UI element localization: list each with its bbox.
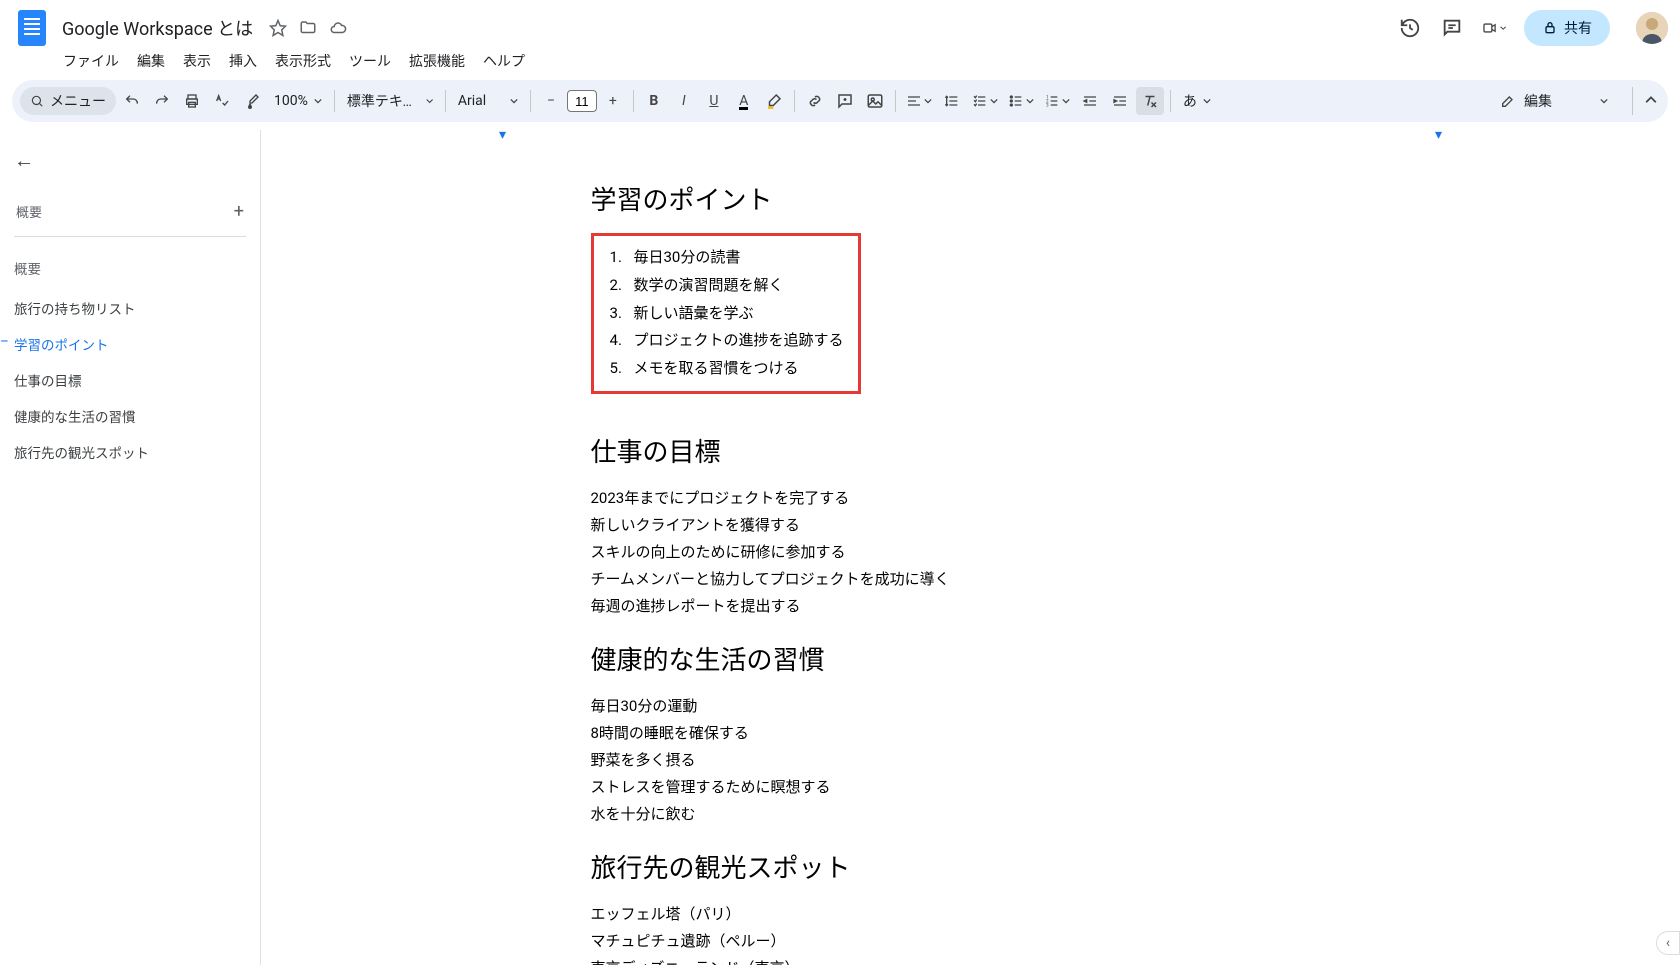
bulleted-list-button[interactable] bbox=[1004, 87, 1038, 115]
mode-label: 編集 bbox=[1524, 91, 1552, 111]
list-item[interactable]: 数学の演習問題を解く bbox=[604, 272, 844, 300]
svg-text:3: 3 bbox=[1046, 102, 1049, 108]
list-item[interactable]: マチュピチュ遺跡（ペルー） bbox=[591, 928, 1351, 955]
document-area[interactable]: ▾ ▾ 学習のポイント毎日30分の読書数学の演習問題を解く新しい語彙を学ぶプロジ… bbox=[260, 130, 1680, 965]
list-item[interactable]: 8時間の睡眠を確保する bbox=[591, 720, 1351, 747]
bold-button[interactable]: B bbox=[640, 87, 668, 115]
heading-2[interactable]: 健康的な生活の習慣 bbox=[591, 640, 1351, 677]
increase-fontsize-button[interactable]: + bbox=[599, 87, 627, 115]
clear-formatting-button[interactable] bbox=[1136, 87, 1164, 115]
menu-3[interactable]: 挿入 bbox=[222, 47, 264, 75]
list-item[interactable]: 野菜を多く摂る bbox=[591, 747, 1351, 774]
outline-heading: 概要 bbox=[16, 202, 42, 221]
menus-button[interactable]: メニュー bbox=[20, 87, 116, 115]
redo-button[interactable] bbox=[148, 87, 176, 115]
menu-1[interactable]: 編集 bbox=[130, 47, 172, 75]
increase-indent-button[interactable] bbox=[1106, 87, 1134, 115]
italic-button[interactable]: I bbox=[670, 87, 698, 115]
menu-6[interactable]: 拡張機能 bbox=[402, 47, 472, 75]
spellcheck-button[interactable] bbox=[208, 87, 236, 115]
menu-2[interactable]: 表示 bbox=[176, 47, 218, 75]
paint-format-button[interactable] bbox=[238, 87, 266, 115]
list-item[interactable]: 水を十分に飲む bbox=[591, 801, 1351, 828]
outline-item-1[interactable]: 学習のポイント bbox=[14, 331, 246, 357]
list-item[interactable]: 毎週の進捗レポートを提出する bbox=[591, 593, 1351, 620]
highlight-box: 毎日30分の読書数学の演習問題を解く新しい語彙を学ぶプロジェクトの進捗を追跡する… bbox=[591, 233, 861, 394]
outline-item-3[interactable]: 健康的な生活の習慣 bbox=[14, 403, 246, 429]
list-item[interactable]: スキルの向上のために研修に参加する bbox=[591, 539, 1351, 566]
list-item[interactable]: 東京ディズニーランド（東京） bbox=[591, 955, 1351, 965]
decrease-indent-button[interactable] bbox=[1076, 87, 1104, 115]
share-label: 共有 bbox=[1564, 18, 1592, 38]
list-item[interactable]: プロジェクトの進捗を追跡する bbox=[604, 327, 844, 355]
font-select[interactable]: Arial bbox=[452, 93, 524, 109]
collapse-toolbar-button[interactable] bbox=[1632, 87, 1660, 115]
share-button[interactable]: 共有 bbox=[1524, 10, 1610, 46]
list-item[interactable]: メモを取る習慣をつける bbox=[604, 355, 844, 383]
history-icon[interactable] bbox=[1398, 16, 1422, 40]
highlight-color-button[interactable] bbox=[760, 87, 788, 115]
heading-0[interactable]: 学習のポイント bbox=[591, 180, 1351, 217]
cloud-status-icon[interactable] bbox=[329, 19, 347, 37]
outline-item-4[interactable]: 旅行先の観光スポット bbox=[14, 439, 246, 465]
mode-select[interactable]: 編集 bbox=[1490, 87, 1618, 115]
docs-logo[interactable] bbox=[12, 8, 52, 48]
align-button[interactable] bbox=[902, 87, 936, 115]
list-item[interactable]: 2023年までにプロジェクトを完了する bbox=[591, 485, 1351, 512]
meet-icon[interactable] bbox=[1482, 16, 1506, 40]
print-button[interactable] bbox=[178, 87, 206, 115]
line-spacing-button[interactable] bbox=[938, 87, 966, 115]
menu-5[interactable]: ツール bbox=[342, 47, 398, 75]
document-title[interactable]: Google Workspace とは bbox=[56, 13, 259, 43]
outline-section-label[interactable]: 概要 bbox=[14, 255, 246, 281]
menu-0[interactable]: ファイル bbox=[56, 47, 126, 75]
menubar: ファイル編集表示挿入表示形式ツール拡張機能ヘルプ bbox=[0, 48, 1680, 80]
list-item[interactable]: 新しいクライアントを獲得する bbox=[591, 512, 1351, 539]
heading-3[interactable]: 旅行先の観光スポット bbox=[591, 848, 1351, 885]
insert-image-button[interactable] bbox=[861, 87, 889, 115]
list-item[interactable]: 毎日30分の読書 bbox=[604, 244, 844, 272]
list-item[interactable]: エッフェル塔（パリ） bbox=[591, 901, 1351, 928]
insert-link-button[interactable] bbox=[801, 87, 829, 115]
outline-collapse-button[interactable]: ← bbox=[14, 148, 246, 173]
input-tools-button[interactable]: あ bbox=[1177, 91, 1217, 111]
zoom-select[interactable]: 100% bbox=[268, 93, 328, 109]
list-item[interactable]: ストレスを管理するために瞑想する bbox=[591, 774, 1351, 801]
menus-label: メニュー bbox=[50, 91, 106, 111]
account-avatar[interactable] bbox=[1636, 12, 1668, 44]
list-item[interactable]: 毎日30分の運動 bbox=[591, 693, 1351, 720]
decrease-fontsize-button[interactable]: − bbox=[537, 87, 565, 115]
ruler-indent-right-icon[interactable]: ▾ bbox=[1435, 130, 1442, 143]
menu-7[interactable]: ヘルプ bbox=[476, 47, 532, 75]
list-item[interactable]: チームメンバーと協力してプロジェクトを成功に導く bbox=[591, 566, 1351, 593]
undo-button[interactable] bbox=[118, 87, 146, 115]
paragraph-style-select[interactable]: 標準テキス… bbox=[341, 91, 439, 111]
add-comment-button[interactable] bbox=[831, 87, 859, 115]
ruler-indent-left-icon[interactable]: ▾ bbox=[499, 130, 506, 143]
underline-button[interactable]: U bbox=[700, 87, 728, 115]
menu-4[interactable]: 表示形式 bbox=[268, 47, 338, 75]
numbered-list-button[interactable]: 123 bbox=[1040, 87, 1074, 115]
side-panel-toggle[interactable]: ‹ bbox=[1656, 931, 1680, 955]
star-icon[interactable] bbox=[269, 19, 287, 37]
fontsize-input[interactable] bbox=[567, 90, 597, 112]
move-folder-icon[interactable] bbox=[299, 19, 317, 37]
heading-1[interactable]: 仕事の目標 bbox=[591, 432, 1351, 469]
outline-item-2[interactable]: 仕事の目標 bbox=[14, 367, 246, 393]
outline-add-button[interactable]: + bbox=[234, 201, 244, 222]
checklist-button[interactable] bbox=[968, 87, 1002, 115]
comments-icon[interactable] bbox=[1440, 16, 1464, 40]
list-item[interactable]: 新しい語彙を学ぶ bbox=[604, 300, 844, 328]
outline-panel: ← 概要 + 概要 旅行の持ち物リスト学習のポイント仕事の目標健康的な生活の習慣… bbox=[0, 130, 260, 965]
text-color-button[interactable]: A bbox=[730, 87, 758, 115]
toolbar: メニュー 100% 標準テキス… Arial − + B I U A 123 bbox=[12, 80, 1668, 122]
outline-item-0[interactable]: 旅行の持ち物リスト bbox=[14, 295, 246, 321]
